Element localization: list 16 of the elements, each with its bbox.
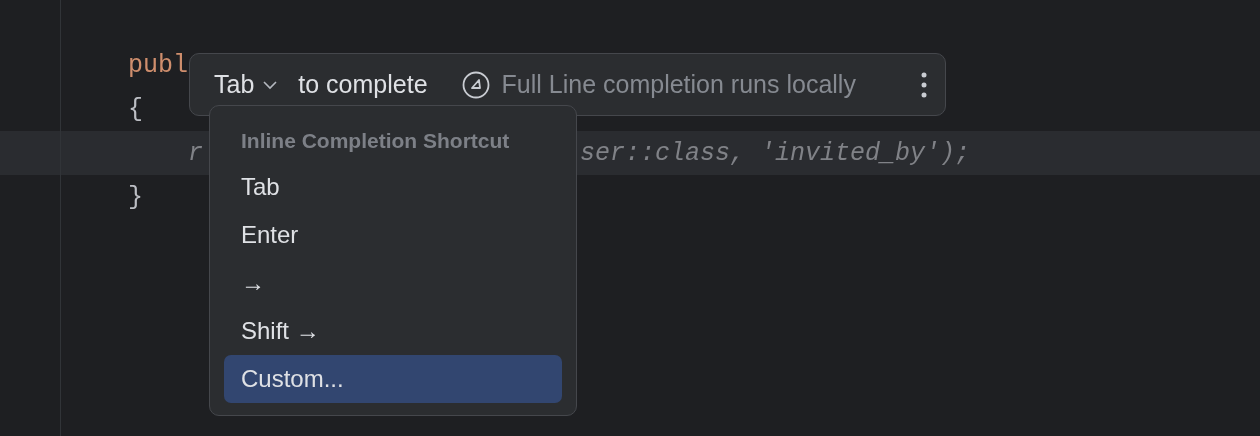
menu-item[interactable]: Shift → — [224, 307, 562, 355]
triangle-circle-icon — [461, 70, 490, 99]
menu-item[interactable]: Custom... — [224, 355, 562, 403]
shortcut-dropdown[interactable]: Tab — [214, 70, 279, 99]
code-text: publ — [128, 50, 188, 80]
code-text: { — [128, 94, 143, 124]
menu-item[interactable]: Enter — [224, 211, 562, 259]
menu-item[interactable]: Tab — [224, 163, 562, 211]
completion-hint: to complete — [298, 70, 428, 99]
code-text: } — [128, 182, 143, 212]
chevron-down-icon — [262, 79, 279, 90]
code-suggestion: r — [187, 138, 203, 168]
menu-item[interactable]: → — [224, 259, 562, 307]
info-text: Full Line completion runs locally — [501, 70, 856, 99]
menu-header: Inline Completion Shortcut — [240, 128, 511, 154]
code-suggestion: ser::class, 'invited_by'); — [580, 138, 971, 168]
